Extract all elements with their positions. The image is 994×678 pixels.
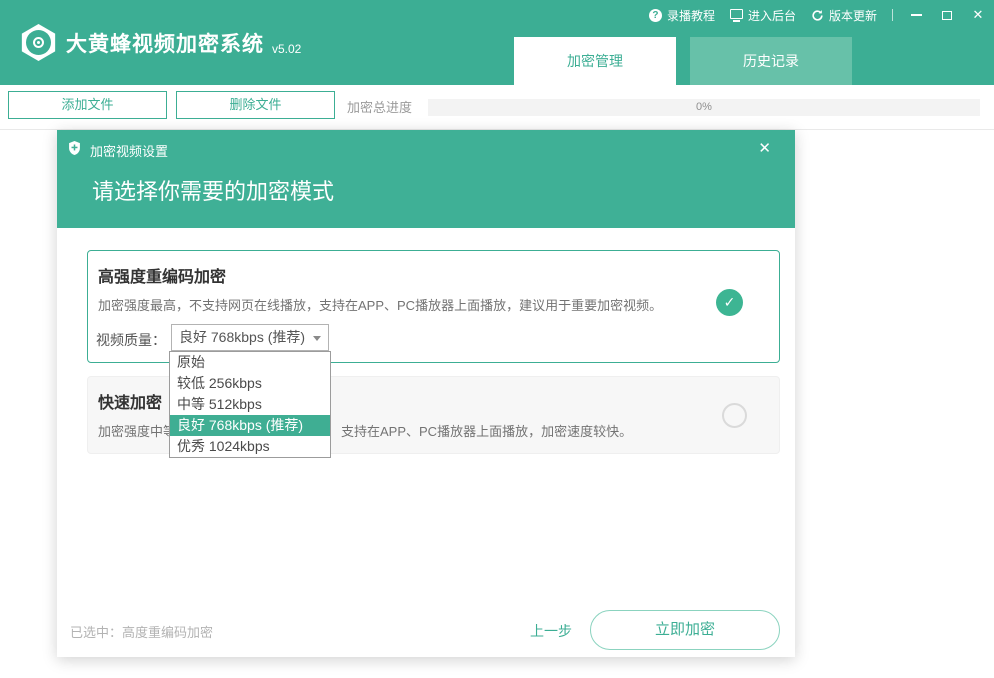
encrypt-settings-dialog: 加密视频设置 ✕ 请选择你需要的加密模式 高强度重编码加密 加密强度最高，不支持… [57,130,795,657]
previous-step-link[interactable]: 上一步 [530,621,572,641]
topbar-separator [892,9,893,21]
minimize-icon [911,14,922,16]
dropdown-option-1024[interactable]: 优秀 1024kbps [170,436,330,457]
toolbar: 添加文件 删除文件 加密总进度 0% [0,85,994,130]
backend-link[interactable]: 进入后台 [730,7,796,24]
logo-ring [33,37,44,48]
monitor-icon [730,9,743,19]
app-version: v5.02 [272,42,301,58]
option-high-title: 高强度重编码加密 [98,263,226,287]
selected-mode-status: 已选中：高度重编码加密 [70,622,213,641]
dialog-heading: 请选择你需要的加密模式 [92,174,334,206]
logo-circle [26,30,51,55]
maximize-icon [942,11,952,20]
app-window: 大黄蜂视频加密系统 v5.02 ? 录播教程 进入后台 版本更新 [0,0,994,678]
video-quality-dropdown: 原始 较低 256kbps 中等 512kbps 良好 768kbps (推荐)… [169,351,331,458]
update-link[interactable]: 版本更新 [811,7,877,24]
app-title: 大黄蜂视频加密系统 [66,28,264,58]
dialog-header: 加密视频设置 ✕ 请选择你需要的加密模式 [57,130,795,228]
dialog-title: 加密视频设置 [90,141,168,160]
option-card-high-strength[interactable]: 高强度重编码加密 加密强度最高，不支持网页在线播放，支持在APP、PC播放器上面… [87,250,780,363]
total-progress-bar: 0% [428,99,980,116]
dropdown-option-768[interactable]: 良好 768kbps (推荐) [170,415,330,436]
chevron-down-icon [313,336,321,341]
minimize-button[interactable] [908,6,924,24]
close-button[interactable]: ✕ [970,6,986,24]
backend-label: 进入后台 [748,7,796,24]
video-quality-select[interactable]: 良好 768kbps (推荐) [171,324,329,351]
option-high-desc: 加密强度最高，不支持网页在线播放，支持在APP、PC播放器上面播放，建议用于重要… [98,295,662,314]
progress-label: 加密总进度 [347,85,412,130]
check-icon[interactable]: ✓ [716,289,743,316]
refresh-icon [811,9,824,22]
dropdown-option-original[interactable]: 原始 [170,352,330,373]
delete-file-button[interactable]: 删除文件 [176,91,335,119]
topbar-menu: ? 录播教程 进入后台 版本更新 ✕ [649,4,986,26]
tutorial-label: 录播教程 [667,7,715,24]
option-fast-desc-right: 支持在APP、PC播放器上面播放，加密速度较快。 [341,421,632,440]
dialog-close-icon[interactable]: ✕ [758,139,771,157]
video-quality-label: 视频质量： [96,330,166,350]
video-quality-value: 良好 768kbps (推荐) [179,329,305,345]
tutorial-link[interactable]: ? 录播教程 [649,7,715,24]
encrypt-now-button[interactable]: 立即加密 [590,610,780,650]
dropdown-option-512[interactable]: 中等 512kbps [170,394,330,415]
option-fast-title: 快速加密 [98,389,162,413]
tab-history[interactable]: 历史记录 [690,37,852,85]
title-wrap: 大黄蜂视频加密系统 v5.02 [66,28,301,58]
update-label: 版本更新 [829,7,877,24]
logo-dot [37,41,40,44]
help-icon: ? [649,9,662,22]
shield-plus-icon [68,140,81,156]
close-icon: ✕ [973,7,984,23]
radio-unselected-icon[interactable] [722,403,747,428]
app-logo-icon [20,24,57,61]
maximize-button[interactable] [939,6,955,24]
tab-encryption-management[interactable]: 加密管理 [514,37,676,85]
add-file-button[interactable]: 添加文件 [8,91,167,119]
dropdown-option-256[interactable]: 较低 256kbps [170,373,330,394]
app-header: 大黄蜂视频加密系统 v5.02 ? 录播教程 进入后台 版本更新 [0,0,994,85]
